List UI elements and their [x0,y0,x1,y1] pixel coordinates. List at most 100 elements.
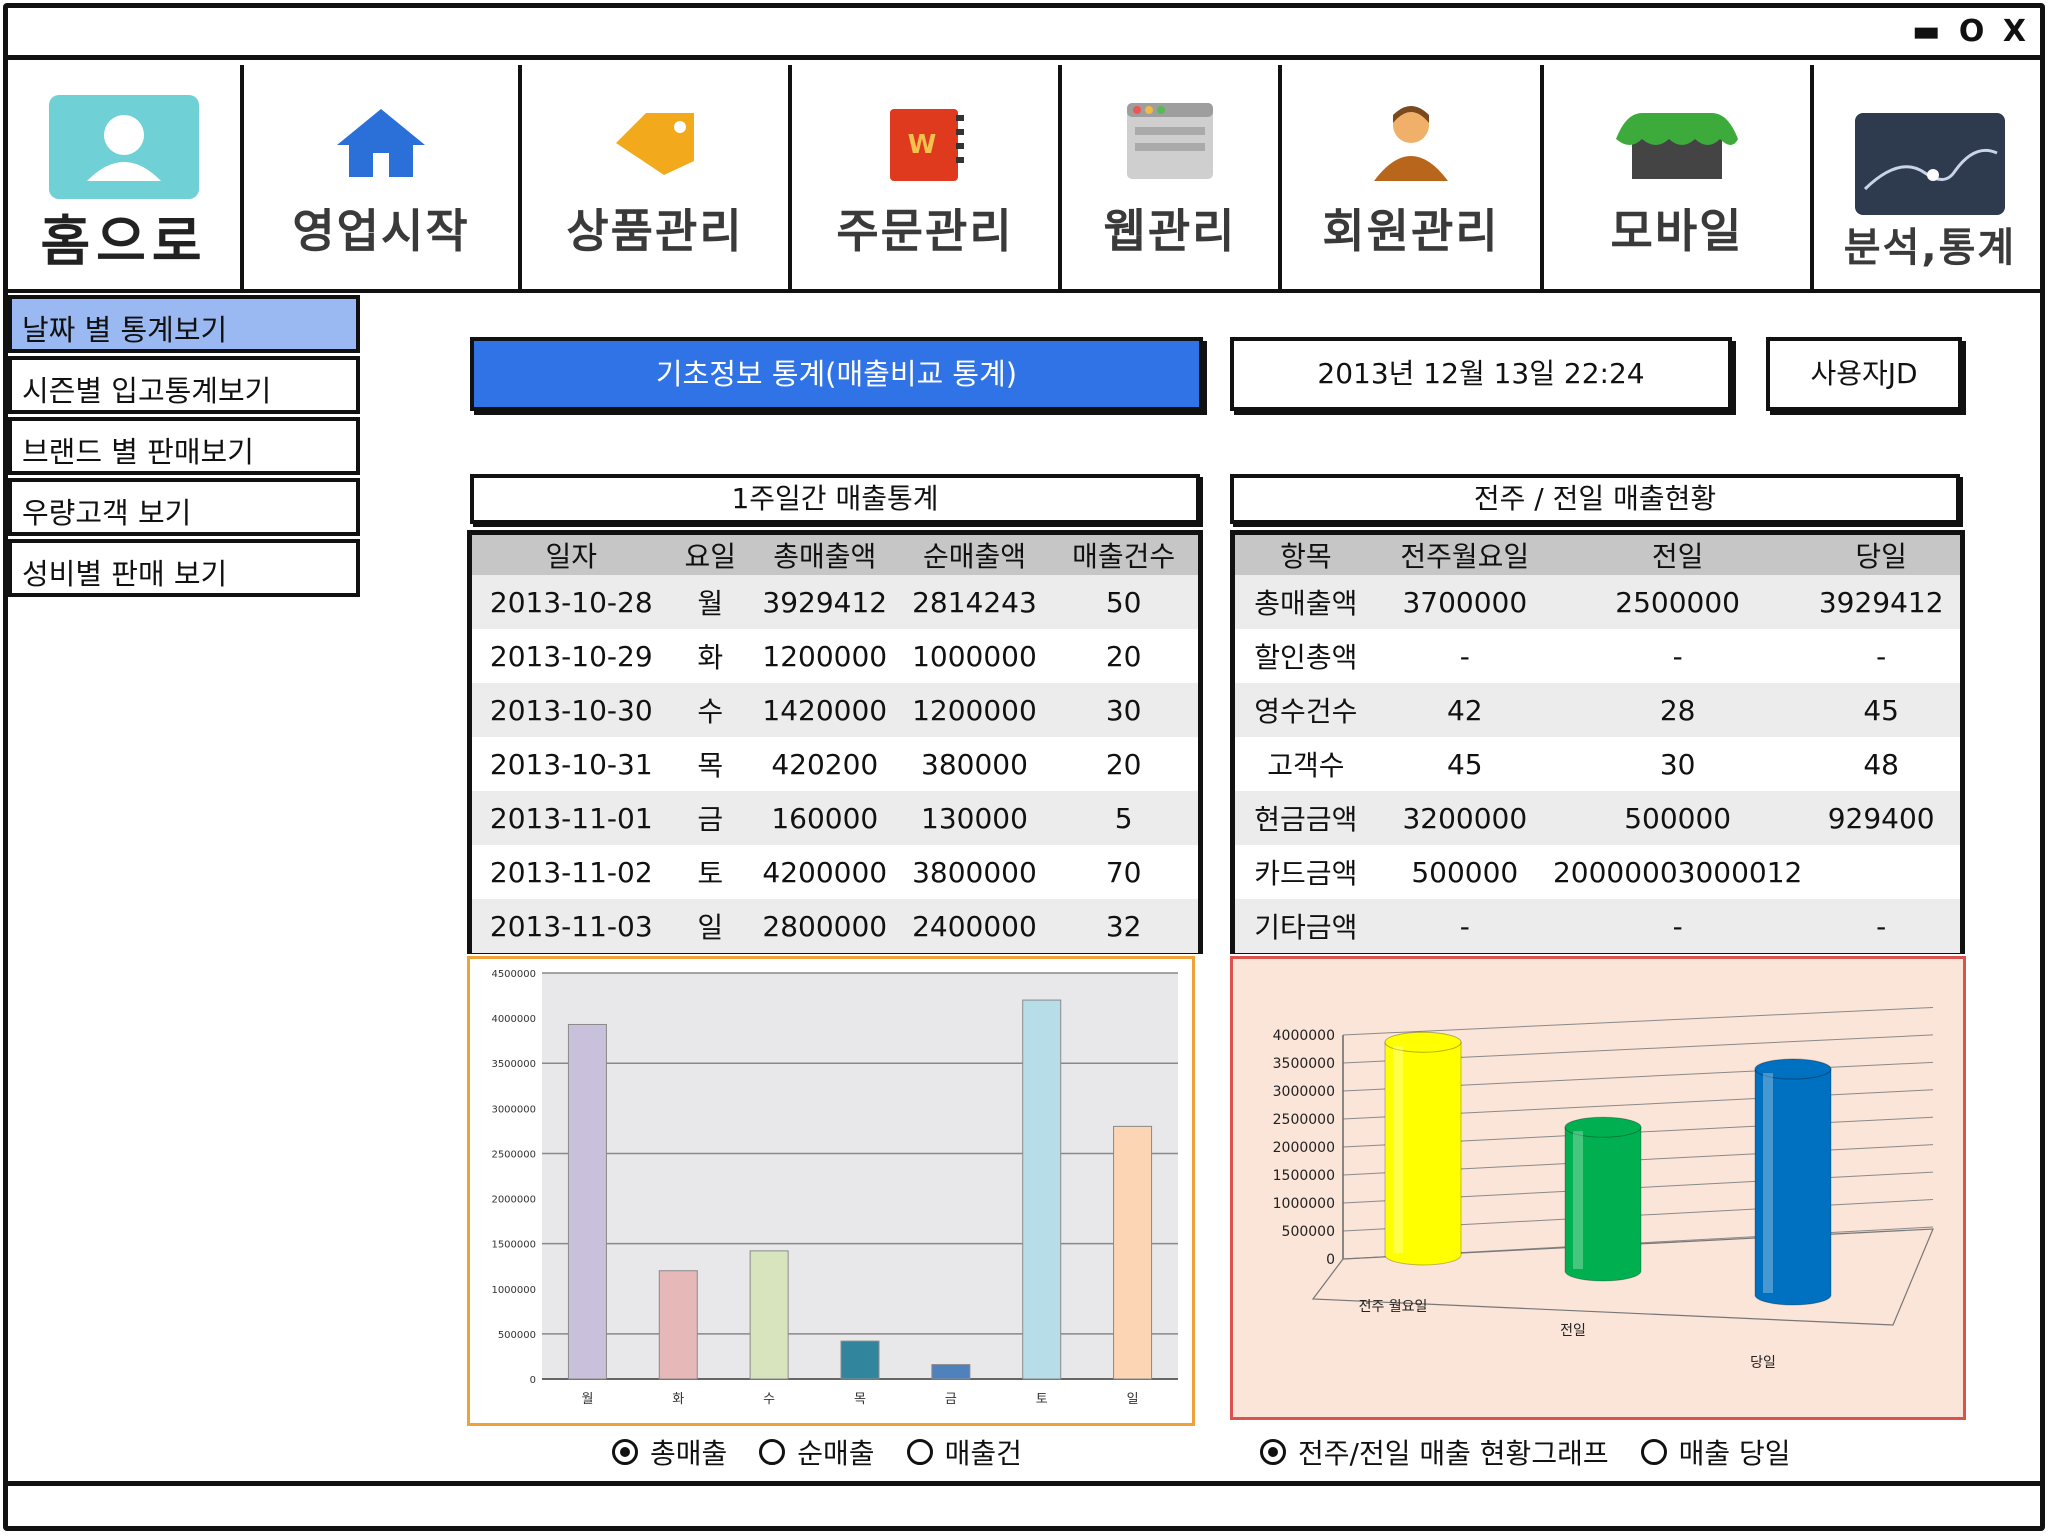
table-cell: 500000 [1552,791,1803,845]
page-title-banner: 기초정보 통계(매출비교 통계) [470,337,1203,411]
table-row: 2013-11-02 토 4200000 3800000 70 [472,845,1198,899]
table-row: 2013-10-30 수 1420000 1200000 30 [472,683,1198,737]
table-cell: - [1552,629,1803,683]
compare-sales-table: 항목 전주월요일 전일 당일 총매출액 3700000 2500000 3929412 할인총… [1230,530,1965,954]
compare-sales-chart: 0 500000 1000000 1500000 2000000 2500000 30000… [1230,956,1966,1420]
table-row: 기타금액 - - - [1235,899,1960,953]
y-tick-label: 2000000 [491,1195,536,1206]
table-cell: 48 [1802,737,1960,791]
table-row: 2013-11-03 일 2800000 2400000 32 [472,899,1198,953]
y-tick-label: 3000000 [1273,1084,1335,1100]
table-cell: 현금금액 [1235,791,1377,845]
x-tick-label: 일 [1127,1392,1139,1407]
sidebar-item-gender-sales[interactable]: 성비별 판매 보기 [8,539,360,597]
table-cell: 42 [1376,683,1553,737]
title-bar: ▬ O X [8,8,2040,60]
radio-net-sales[interactable] [759,1439,786,1465]
column-header: 총매출액 [749,535,900,575]
bar [1113,1125,1153,1380]
radio-today-sales[interactable] [1640,1439,1667,1465]
table-cell: 2500000 [1552,575,1803,629]
table-cell: 2800000 [749,899,900,953]
table-row: 2013-10-28 월 3929412 2814243 50 [472,575,1198,629]
table-cell: 4200000 [749,845,900,899]
sidebar-item-vip-customers[interactable]: 우량고객 보기 [8,478,360,536]
table-cell: - [1376,899,1553,953]
nav-home[interactable]: 홈으로 [8,65,244,289]
user-avatar-icon [49,95,199,199]
datetime-display: 2013년 12월 13일 22:24 [1230,337,1732,411]
top-nav: 홈으로 영업시작 상품관리 W 주문관리 웹관리 회원관리 모바일 분석,통계 [8,65,2040,293]
nav-order[interactable]: W 주문관리 [792,65,1062,289]
table-cell: 500000 [1376,845,1553,899]
y-tick-label: 2000000 [1273,1140,1335,1156]
table-cell: 월 [670,575,750,629]
radio-label: 총매출 [650,1437,728,1470]
house-icon [337,109,425,177]
table-cell: 2013-11-02 [472,845,671,899]
y-tick-label: 3500000 [1273,1056,1335,1072]
table-cell: 70 [1049,845,1198,899]
x-tick-label: 수 [763,1392,775,1407]
sidebar-item-date-stats[interactable]: 날짜 별 통계보기 [8,295,360,353]
cylinder-highlight [1393,1046,1403,1253]
table-row: 영수건수 42 28 45 [1235,683,1960,737]
y-tick-label: 1000000 [1273,1196,1335,1212]
plot-area [542,973,1178,1379]
bar [840,1340,880,1380]
radio-sales-count[interactable] [906,1439,933,1465]
table-cell: 목 [670,737,750,791]
compare-chart-options: 전주/전일 매출 현황그래프 매출 당일 [1260,1432,1811,1472]
browser-window-icon [1127,103,1213,179]
table-cell: 20 [1049,629,1198,683]
maximize-icon[interactable]: O [1959,14,1989,49]
nav-sales-start[interactable]: 영업시작 [244,65,522,289]
nav-analytics[interactable]: 분석,통계 [1814,65,2046,289]
table-cell: 일 [670,899,750,953]
table-cell: - [1802,629,1960,683]
nav-label: 주문관리 [836,204,1014,258]
x-tick-label: 월 [581,1392,593,1407]
radio-label: 순매출 [797,1437,875,1470]
bar [931,1364,971,1380]
x-tick-label: 토 [1036,1392,1048,1407]
radio-compare-graph[interactable] [1260,1439,1286,1465]
table-cell: 1420000 [749,683,900,737]
table-cell: 50 [1049,575,1198,629]
table-cell: 3929412 [749,575,900,629]
table-cell: 영수건수 [1235,683,1377,737]
sidebar-item-brand-sales[interactable]: 브랜드 별 판매보기 [8,417,360,475]
y-tick-label: 1500000 [491,1240,536,1251]
radio-total-sales[interactable] [612,1439,638,1465]
close-icon[interactable]: X [2003,14,2030,49]
table-cell: 160000 [749,791,900,845]
table-cell: 할인총액 [1235,629,1377,683]
y-tick-label: 0 [1326,1252,1335,1268]
table-cell: 금 [670,791,750,845]
user-badge[interactable]: 사용자JD [1766,337,1962,411]
nav-web[interactable]: 웹관리 [1062,65,1282,289]
minimize-icon[interactable]: ▬ [1912,14,1944,49]
nav-label: 분석,통계 [1843,225,2017,271]
svg-text:W: W [908,130,937,160]
table-cell: 2013-11-01 [472,791,671,845]
table-cell [1802,845,1960,899]
table-cell: - [1552,899,1803,953]
x-tick-label: 화 [672,1392,684,1407]
table-cell: 2013-10-31 [472,737,671,791]
table-cell: 1000000 [899,629,1050,683]
x-tick-label: 목 [854,1392,866,1407]
table-cell: 3200000 [1376,791,1553,845]
nav-product[interactable]: 상품관리 [522,65,792,289]
y-tick-label: 4000000 [491,1014,536,1025]
table-cell: 3929412 [1802,575,1960,629]
nav-label: 영업시작 [292,204,470,258]
sidebar-item-season-stock[interactable]: 시즌별 입고통계보기 [8,356,360,414]
tag-icon [616,113,694,175]
table-cell: 3800000 [899,845,1050,899]
table-cell: 45 [1802,683,1960,737]
nav-member[interactable]: 회원관리 [1282,65,1544,289]
table-cell: 45 [1376,737,1553,791]
nav-mobile[interactable]: 모바일 [1544,65,1814,289]
table-cell: 20000003000012 [1552,845,1803,899]
